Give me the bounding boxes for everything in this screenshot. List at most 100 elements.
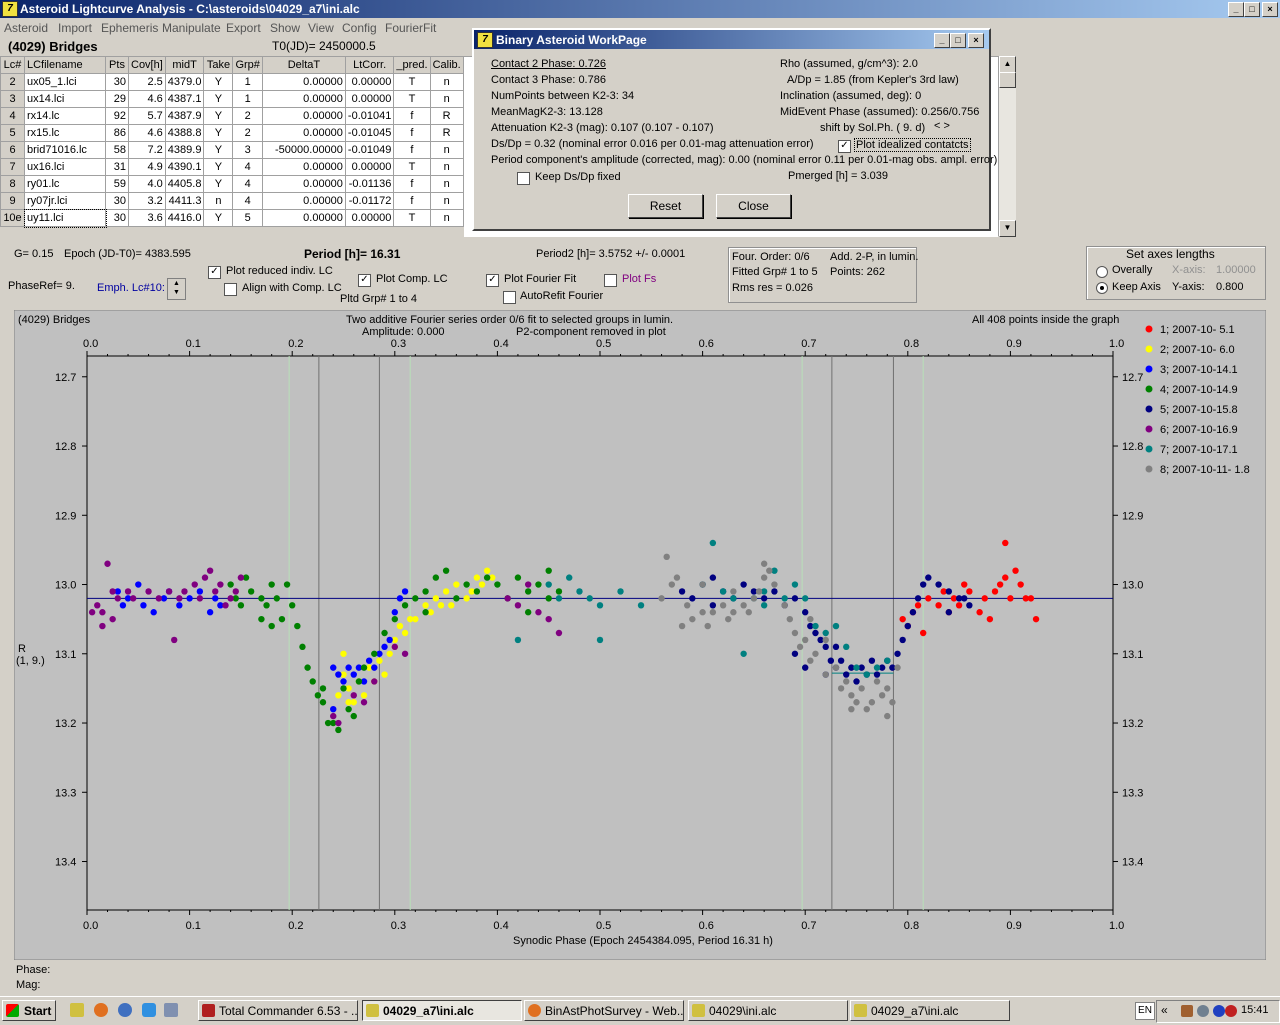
table-cell[interactable]: f: [393, 107, 431, 125]
table-cell[interactable]: f: [393, 192, 431, 210]
table-cell[interactable]: 31: [105, 158, 129, 176]
col-header[interactable]: DeltaT: [261, 56, 346, 74]
table-row[interactable]: 4 rx14.lc 92 5.7 4387.9 Y 2 0.00000 -0.01041 f R: [0, 107, 464, 125]
table-cell[interactable]: ux14.lci: [24, 90, 106, 108]
quicklaunch-alc-icon[interactable]: [70, 1003, 84, 1017]
table-row[interactable]: 9 ry07jr.lci 30 3.2 4411.3 n 4 0.00000 -0.01172 f…: [0, 192, 464, 210]
table-cell[interactable]: ux16.lci: [24, 158, 106, 176]
plot-fourier-checkbox[interactable]: ✓: [486, 274, 499, 287]
table-cell[interactable]: 4.6: [128, 90, 166, 108]
language-indicator[interactable]: EN: [1135, 1002, 1155, 1020]
table-cell[interactable]: -0.01049: [344, 141, 395, 159]
plot-comp-checkbox[interactable]: ✓: [358, 274, 371, 287]
menu-fourierfit[interactable]: FourierFit: [385, 21, 436, 35]
table-cell[interactable]: T: [393, 158, 431, 176]
table-cell[interactable]: 0.00000: [261, 124, 346, 142]
table-cell[interactable]: Y: [203, 124, 234, 142]
col-header[interactable]: Pts: [105, 56, 129, 74]
table-cell[interactable]: 0.00000: [261, 209, 346, 227]
table-cell[interactable]: 0.00000: [261, 192, 346, 210]
table-cell[interactable]: 3: [232, 141, 263, 159]
table-cell[interactable]: f: [393, 175, 431, 193]
menu-show[interactable]: Show: [270, 21, 300, 35]
table-cell[interactable]: 5: [232, 209, 263, 227]
table-cell[interactable]: 4: [232, 192, 263, 210]
close-dialog-button[interactable]: Close: [716, 194, 791, 218]
table-cell[interactable]: -0.01172: [344, 192, 395, 210]
shift-arrows-icon[interactable]: < >: [934, 120, 950, 132]
quicklaunch-ie-icon[interactable]: [142, 1003, 156, 1017]
table-cell[interactable]: -0.01041: [344, 107, 395, 125]
table-cell[interactable]: 30: [105, 192, 129, 210]
table-row[interactable]: 6 brid71016.lc 58 7.2 4389.9 Y 3 -50000.00000 -0…: [0, 141, 464, 159]
table-cell[interactable]: Y: [203, 90, 234, 108]
table-cell[interactable]: 5.7: [128, 107, 166, 125]
table-cell[interactable]: ux05_1.lci: [24, 73, 106, 91]
menu-config[interactable]: Config: [342, 21, 377, 35]
phaseref-value[interactable]: PhaseRef= 9.: [8, 280, 75, 292]
table-cell[interactable]: 4405.8: [164, 175, 205, 193]
table-cell[interactable]: -50000.00000: [261, 141, 346, 159]
table-cell[interactable]: 4.6: [128, 124, 166, 142]
quicklaunch-app-icon[interactable]: [164, 1003, 178, 1017]
minimize-button[interactable]: _: [1228, 2, 1244, 17]
table-cell[interactable]: uy11.lci: [23, 208, 107, 228]
plot-fs-checkbox[interactable]: [604, 274, 617, 287]
table-cell[interactable]: 4: [232, 175, 263, 193]
table-cell[interactable]: R: [429, 124, 464, 142]
table-cell[interactable]: 4387.9: [164, 107, 205, 125]
menu-manipulate[interactable]: Manipulate: [162, 21, 221, 35]
table-cell[interactable]: Y: [203, 175, 234, 193]
table-cell[interactable]: 7.2: [128, 141, 166, 159]
table-cell[interactable]: 4379.0: [164, 73, 205, 91]
table-cell[interactable]: 30: [105, 209, 129, 227]
table-cell[interactable]: 4416.0: [164, 209, 205, 227]
task-alc-active[interactable]: 04029_a7\ini.alc: [362, 1000, 522, 1021]
contact2-phase[interactable]: Contact 2 Phase: 0.726: [491, 58, 606, 70]
table-cell[interactable]: 0.00000: [261, 107, 346, 125]
table-cell[interactable]: 4389.9: [164, 141, 205, 159]
task-alc-04029[interactable]: 04029\ini.alc: [688, 1000, 848, 1021]
align-comp-checkbox[interactable]: [224, 283, 237, 296]
period-value[interactable]: Period [h]= 16.31: [304, 247, 400, 261]
table-cell[interactable]: rx14.lc: [24, 107, 106, 125]
table-cell[interactable]: -0.01045: [344, 124, 395, 142]
table-cell[interactable]: 0.00000: [261, 175, 346, 193]
menu-view[interactable]: View: [308, 21, 334, 35]
table-cell[interactable]: 4390.1: [164, 158, 205, 176]
pltd-grp-label[interactable]: Pltd Grp# 1 to 4: [340, 293, 417, 305]
table-cell[interactable]: 3.6: [128, 209, 166, 227]
tray-volume-icon[interactable]: [1197, 1005, 1209, 1017]
table-cell[interactable]: 4: [232, 158, 263, 176]
table-cell[interactable]: n: [429, 209, 464, 227]
table-row[interactable]: 7 ux16.lci 31 4.9 4390.1 Y 4 0.00000 0.00000 Tn: [0, 158, 464, 176]
table-cell[interactable]: 4.0: [128, 175, 166, 193]
table-cell[interactable]: Y: [203, 73, 234, 91]
table-cell[interactable]: 2: [232, 107, 263, 125]
autorefit-checkbox[interactable]: [503, 291, 516, 304]
col-header[interactable]: Calib.: [429, 56, 464, 74]
table-row[interactable]: 5 rx15.lc 86 4.6 4388.8 Y 2 0.00000 -0.01045 f R: [0, 124, 464, 142]
table-row[interactable]: 8 ry01.lc 59 4.0 4405.8 Y 4 0.00000 -0.01136 f n: [0, 175, 464, 193]
table-cell[interactable]: Y: [203, 209, 234, 227]
tray-bluetooth-icon[interactable]: [1213, 1005, 1225, 1017]
table-cell[interactable]: 1: [232, 73, 263, 91]
table-cell[interactable]: n: [429, 175, 464, 193]
table-cell[interactable]: n: [429, 158, 464, 176]
menu-import[interactable]: Import: [58, 21, 92, 35]
quicklaunch-browser-icon[interactable]: [118, 1003, 132, 1017]
menu-export[interactable]: Export: [226, 21, 261, 35]
table-cell[interactable]: 92: [105, 107, 129, 125]
lightcurve-plot[interactable]: 0.0 0.0 0.1 0.1 0.2 0.2 0.3 0.3 0.4 0.4 0.5 0.5 0.6 0…: [13, 309, 1267, 961]
table-cell[interactable]: 4388.8: [164, 124, 205, 142]
plot-idealized-checkbox[interactable]: ✓: [838, 140, 851, 153]
overally-radio[interactable]: [1096, 266, 1108, 278]
task-alc-04029-a7[interactable]: 04029_a7\ini.alc: [850, 1000, 1010, 1021]
table-cell[interactable]: 0.00000: [344, 90, 395, 108]
table-cell[interactable]: Y: [203, 107, 234, 125]
maximize-button[interactable]: □: [1244, 2, 1260, 17]
table-cell[interactable]: 1: [232, 90, 263, 108]
table-row[interactable]: 2 ux05_1.lci 30 2.5 4379.0 Y 1 0.00000 0.00000 Tn: [0, 73, 464, 91]
table-cell[interactable]: Y: [203, 158, 234, 176]
table-cell[interactable]: 58: [105, 141, 129, 159]
